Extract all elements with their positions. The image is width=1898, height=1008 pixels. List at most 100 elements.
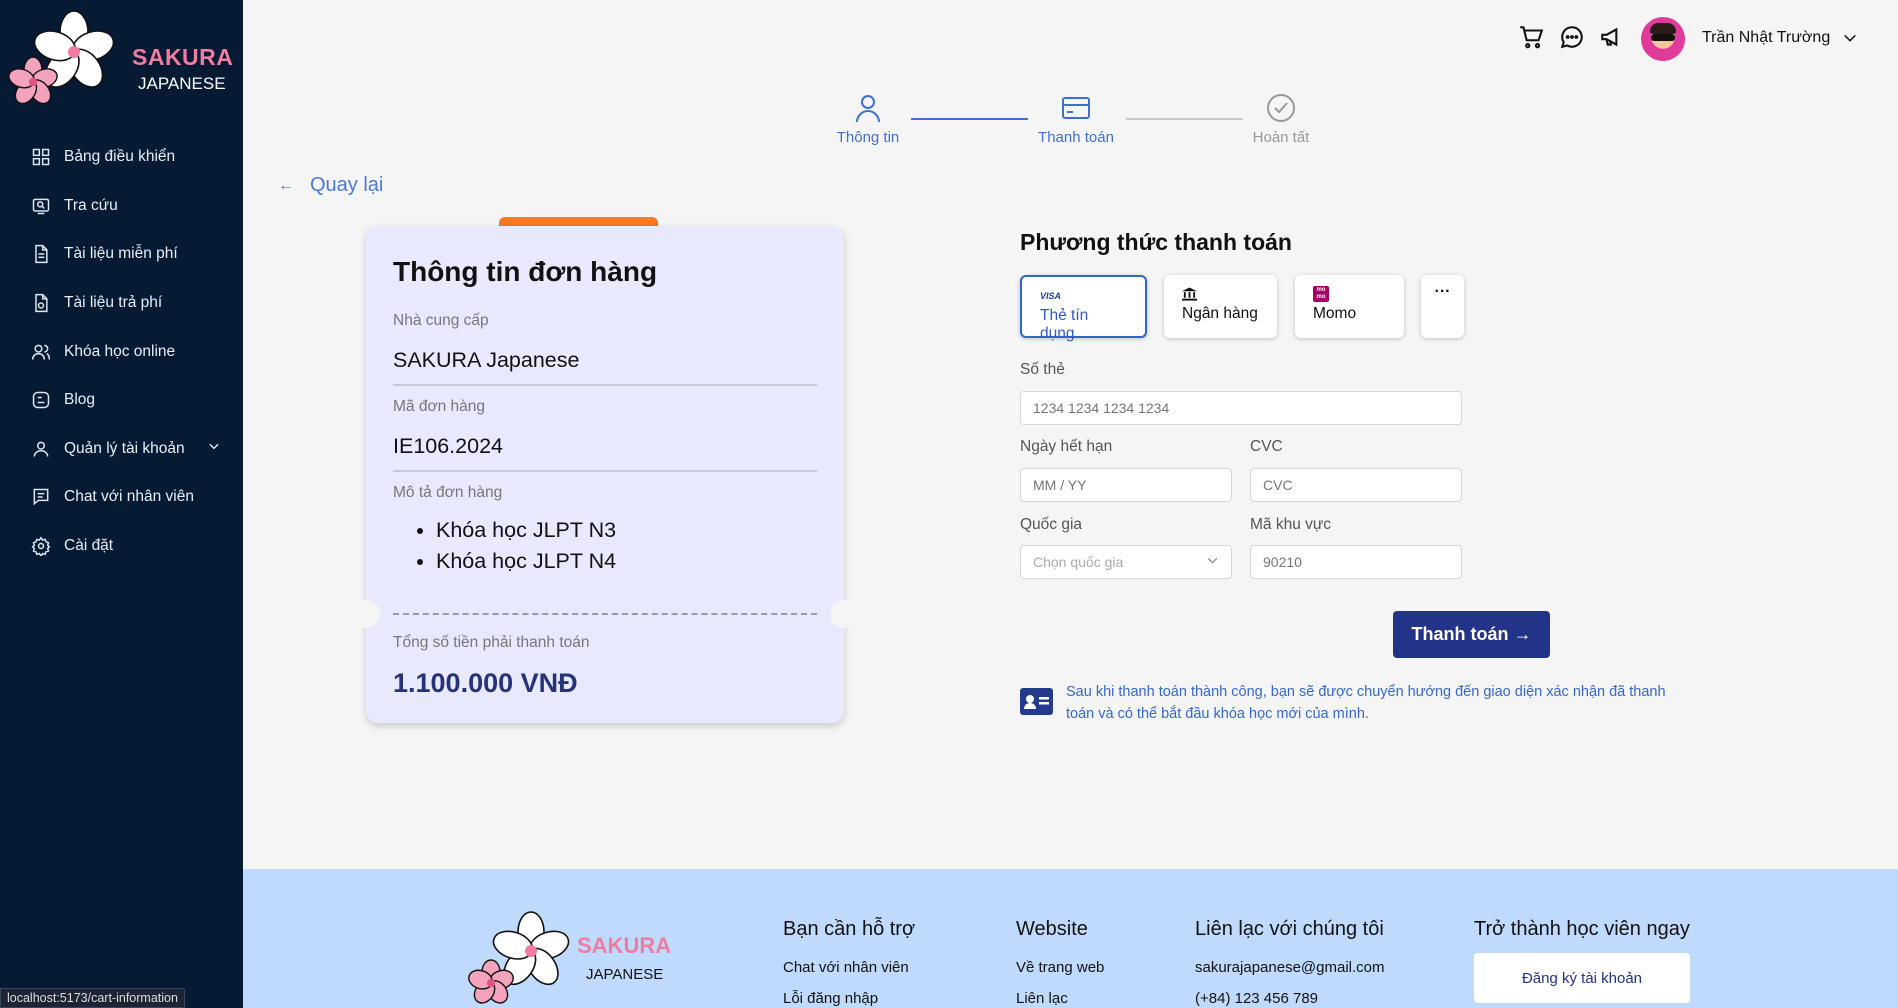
step-label: Hoàn tất [1252, 129, 1310, 146]
user-name[interactable]: Trần Nhật Trường [1702, 29, 1830, 47]
payment-method-credit-card[interactable]: VISA Thẻ tín dụng [1020, 275, 1147, 342]
divider [393, 384, 817, 386]
step-label: Thông tin [836, 129, 900, 146]
footer-logo[interactable]: SAKURA JAPANESE [453, 911, 671, 1008]
payment-method-more[interactable]: ··· [1421, 275, 1464, 338]
step-info: Thông tin [808, 92, 928, 146]
cart-icon[interactable] [1518, 24, 1544, 50]
country-label: Quốc gia [1020, 516, 1083, 533]
expiry-input[interactable] [1020, 468, 1232, 502]
sidebar-item-blog[interactable]: Blog [0, 376, 243, 425]
divider [393, 470, 817, 472]
ticket-notch [352, 600, 380, 628]
chevron-down-icon[interactable] [207, 439, 221, 458]
card-number-input[interactable] [1020, 391, 1462, 425]
order-code-value: IE106.2024 [393, 434, 503, 458]
user-icon [856, 95, 880, 123]
payment-method-label: Momo [1313, 305, 1357, 322]
footer-link[interactable]: Liên lạc [1016, 990, 1068, 1007]
bank-icon [1182, 286, 1259, 302]
sidebar-item-online-courses[interactable]: Khóa học online [0, 327, 243, 376]
sidebar-item-label: Blog [64, 391, 96, 409]
brand-subtitle: JAPANESE [138, 74, 226, 93]
footer-contact-heading: Liên lạc với chúng tôi [1195, 918, 1384, 940]
sakura-flower-icon [8, 10, 115, 105]
footer-website-heading: Website [1016, 918, 1088, 940]
footer-support-heading: Bạn cần hỗ trợ [783, 918, 916, 940]
payment-method-label: Thẻ tín dụng [1040, 307, 1089, 342]
credit-card-icon [1062, 97, 1090, 119]
sidebar-item-settings[interactable]: Cài đặt [0, 522, 243, 571]
step-connector [911, 118, 1028, 120]
avatar[interactable] [1641, 17, 1685, 61]
sakura-flower-icon [468, 911, 570, 1004]
ticket-notch [830, 600, 858, 628]
sidebar-nav: Bảng điều khiển Tra cứu Tài liệu miễn ph… [0, 133, 243, 570]
payment-note: Sau khi thanh toán thành công, bạn sẽ đư… [1066, 684, 1666, 722]
cvc-input[interactable] [1250, 468, 1462, 502]
expiry-label: Ngày hết hạn [1020, 438, 1113, 455]
document-icon [30, 243, 52, 265]
zip-input[interactable] [1250, 545, 1462, 579]
order-items-list: Khóa học JLPT N3 Khóa học JLPT N4 [436, 518, 616, 580]
momo-icon: mo mo [1313, 286, 1386, 302]
order-card: Thông tin đơn hàng Nhà cung cấp SAKURA J… [366, 226, 844, 723]
sidebar: SAKURA JAPANESE Bảng điều khiển Tra cứu … [0, 0, 243, 1008]
dashboard-icon [30, 146, 52, 168]
back-label: Quay lại [310, 174, 384, 196]
footer-link[interactable]: Lỗi đăng nhập [783, 990, 878, 1007]
sidebar-item-label: Tài liệu miễn phí [64, 245, 178, 263]
country-select-value: Chọn quốc gia [1033, 554, 1124, 570]
chevron-down-icon [1206, 554, 1219, 570]
footer-email[interactable]: sakurajapanese@gmail.com [1195, 959, 1385, 976]
list-item: Khóa học JLPT N4 [436, 549, 616, 574]
footer-link[interactable]: Chat với nhân viên [783, 959, 909, 976]
brand-name: SAKURA [577, 933, 672, 958]
sidebar-item-free-docs[interactable]: Tài liệu miễn phí [0, 230, 243, 279]
payment-method-bank[interactable]: Ngân hàng [1164, 275, 1277, 338]
message-icon[interactable] [1559, 24, 1585, 50]
provider-label: Nhà cung cấp [393, 312, 489, 329]
payment-title: Phương thức thanh toán [1020, 229, 1292, 255]
cvc-label: CVC [1250, 438, 1283, 455]
gear-icon [30, 535, 52, 557]
card-number-label: Số thẻ [1020, 361, 1065, 378]
sakura-logo[interactable]: SAKURA JAPANESE [8, 10, 238, 110]
chevron-down-icon[interactable] [1842, 30, 1858, 51]
sidebar-item-label: Tra cứu [64, 196, 118, 214]
visa-icon: VISA [1040, 291, 1062, 301]
sidebar-item-label: Bảng điều khiển [64, 148, 176, 166]
pay-button[interactable]: Thanh toán → [1393, 611, 1550, 658]
order-title: Thông tin đơn hàng [393, 256, 658, 287]
signup-button[interactable]: Đăng ký tài khoản [1474, 953, 1690, 1003]
sidebar-item-label: Quản lý tài khoản [64, 439, 185, 457]
order-desc-label: Mô tả đơn hàng [393, 484, 503, 501]
status-bar-url: localhost:5173/cart-information [0, 988, 185, 1008]
brand-name: SAKURA [132, 44, 234, 70]
list-item: Khóa học JLPT N3 [436, 518, 616, 543]
payment-method-momo[interactable]: mo mo Momo [1295, 275, 1404, 338]
footer-link[interactable]: Về trang web [1016, 959, 1104, 976]
total-amount: 1.100.000 VNĐ [393, 668, 578, 698]
sidebar-item-label: Khóa học online [64, 342, 176, 360]
payment-method-label: Ngân hàng [1182, 305, 1258, 322]
footer-signup-heading: Trở thành học viên ngay [1474, 918, 1690, 940]
sidebar-item-search[interactable]: Tra cứu [0, 182, 243, 231]
total-label: Tổng số tiền phải thanh toán [393, 634, 590, 651]
sidebar-item-label: Cài đặt [64, 537, 114, 555]
country-select[interactable]: Chọn quốc gia [1020, 545, 1232, 579]
sidebar-item-label: Chat với nhân viên [64, 488, 194, 506]
users-icon [30, 341, 52, 363]
search-icon [30, 195, 52, 217]
back-link[interactable]: ← Quay lại [278, 174, 383, 197]
user-icon [30, 438, 52, 460]
arrow-left-icon: ← [278, 176, 294, 194]
sidebar-item-dashboard[interactable]: Bảng điều khiển [0, 133, 243, 182]
step-payment: Thanh toán [1016, 92, 1136, 146]
sidebar-item-chat[interactable]: Chat với nhân viên [0, 473, 243, 522]
id-card-icon [1020, 688, 1053, 715]
step-label: Thanh toán [1038, 129, 1114, 146]
sidebar-item-account[interactable]: Quản lý tài khoản [0, 425, 243, 474]
sidebar-item-paid-docs[interactable]: Tài liệu trả phí [0, 279, 243, 328]
megaphone-icon[interactable] [1599, 24, 1625, 50]
